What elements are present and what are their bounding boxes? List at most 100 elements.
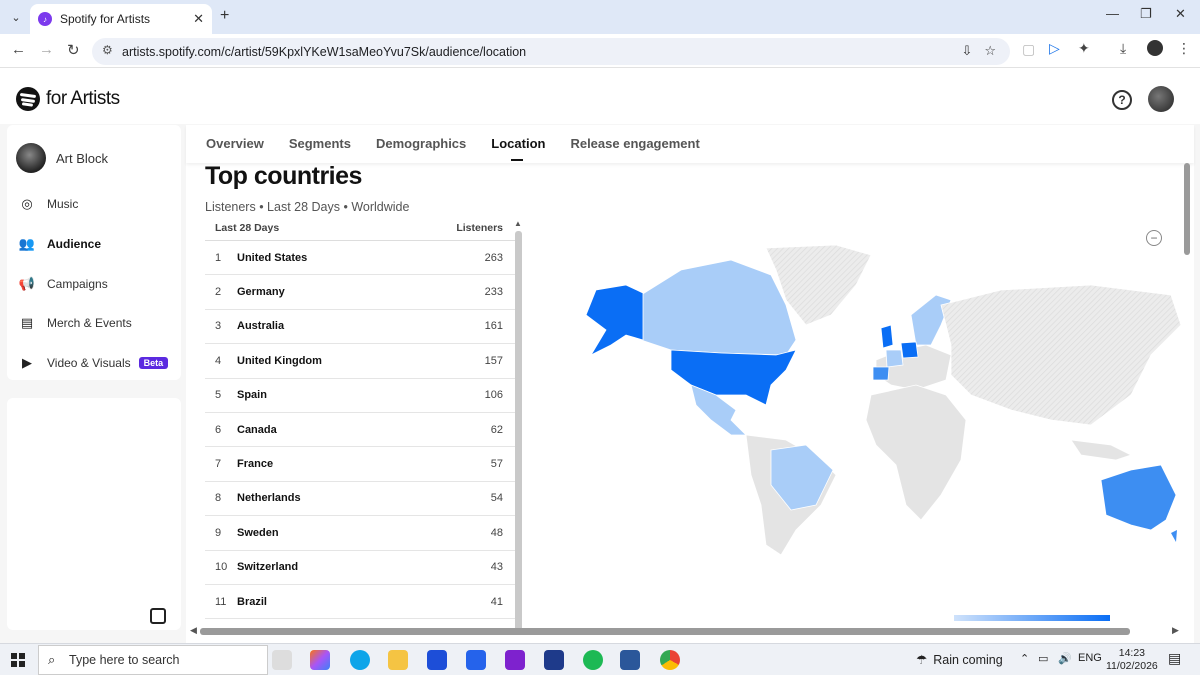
spotify-favicon-icon: ♪ (38, 12, 52, 26)
table-row[interactable]: 8 Netherlands 54 (205, 482, 515, 517)
edge-browser-icon[interactable] (350, 650, 370, 670)
row-rank: 9 (215, 526, 222, 539)
close-tab-icon[interactable]: ✕ (193, 11, 204, 27)
microsoft-store-icon[interactable] (427, 650, 447, 670)
sidebar-item-music[interactable]: ◎ Music (18, 195, 78, 213)
word-icon[interactable] (620, 650, 640, 670)
row-listeners: 48 (490, 526, 503, 539)
app-icon[interactable] (505, 650, 525, 670)
extension-1-icon[interactable]: ▢ (1022, 41, 1035, 58)
horizontal-scrollbar[interactable] (200, 628, 1130, 635)
tab-overview[interactable]: Overview (206, 125, 264, 163)
tab-demographics[interactable]: Demographics (376, 125, 466, 163)
chrome-icon[interactable] (660, 650, 680, 670)
artist-switcher[interactable]: Art Block (16, 143, 108, 173)
weather-widget[interactable]: ☂ Rain coming (916, 652, 1003, 668)
back-icon[interactable]: ← (11, 41, 26, 58)
sidebar-item-merch-events[interactable]: ▤ Merch & Events (18, 314, 132, 332)
scroll-left-icon[interactable]: ◀ (190, 625, 197, 636)
scroll-right-icon[interactable]: ▶ (1172, 625, 1179, 636)
clock[interactable]: 14:23 11/02/2026 (1106, 647, 1158, 673)
table-row[interactable]: 2 Germany 233 (205, 275, 515, 310)
tab-segments[interactable]: Segments (289, 125, 351, 163)
video-icon: ▶ (22, 355, 32, 370)
install-app-icon[interactable]: ⇩ (961, 43, 972, 59)
map-asia (940, 284, 1181, 426)
browser-menu-icon[interactable]: ⋮ (1177, 40, 1191, 57)
table-scrollbar[interactable] (515, 231, 522, 631)
file-explorer-icon[interactable] (388, 650, 408, 670)
tab-title: Spotify for Artists (60, 12, 151, 26)
row-listeners: 62 (490, 423, 503, 436)
search-icon: ⌕ (48, 652, 56, 667)
extensions-puzzle-icon[interactable]: ✦ (1078, 40, 1090, 57)
page-scrollbar[interactable] (1184, 163, 1190, 255)
table-row[interactable]: 9 Sweden 48 (205, 516, 515, 551)
reload-icon[interactable]: ↻ (67, 41, 80, 59)
profile-avatar-icon[interactable] (1147, 40, 1163, 56)
sidebar-lower-panel (7, 398, 181, 630)
volume-icon[interactable]: 🔊 (1058, 652, 1072, 665)
row-listeners: 157 (484, 354, 503, 367)
tab-search-icon[interactable]: ⌄ (6, 7, 26, 27)
browser-tab[interactable]: ♪ Spotify for Artists ✕ (30, 4, 212, 34)
table-row[interactable]: 7 France 57 (205, 447, 515, 482)
megaphone-icon: 📢 (18, 276, 36, 291)
table-row[interactable]: 3 Australia 161 (205, 310, 515, 345)
map-southeast-asia (1070, 439, 1133, 461)
table-row[interactable]: 6 Canada 62 (205, 413, 515, 448)
table-row[interactable]: 1 United States 263 (205, 241, 515, 276)
row-country: United States (237, 251, 308, 264)
notifications-icon[interactable]: ▤ (1168, 650, 1181, 667)
row-rank: 5 (215, 389, 222, 402)
column-header-listeners[interactable]: Listeners (456, 222, 503, 234)
new-tab-icon[interactable]: + (220, 7, 229, 25)
task-view-icon[interactable] (272, 650, 292, 670)
table-row[interactable]: 4 United Kingdom 157 (205, 344, 515, 379)
network-icon[interactable]: ▭ (1038, 652, 1048, 665)
world-map[interactable] (571, 245, 1181, 565)
user-avatar[interactable] (1148, 86, 1174, 112)
tool-app-icon[interactable] (544, 650, 564, 670)
close-window-icon[interactable]: ✕ (1175, 6, 1186, 22)
table-row[interactable]: 10 Switzerland 43 (205, 551, 515, 585)
spotify-for-artists-logo[interactable]: for Artists (16, 87, 120, 111)
show-hidden-icons-icon[interactable]: ⌃ (1020, 652, 1029, 665)
copilot-icon[interactable] (310, 650, 330, 670)
extension-play-icon[interactable]: ▷ (1049, 40, 1060, 57)
windows-start-icon[interactable] (11, 653, 25, 667)
table-scroll-up-icon[interactable]: ▲ (514, 219, 522, 228)
sidebar-item-audience[interactable]: 👥 Audience (18, 235, 101, 253)
downloads-icon[interactable]: ⤓ (1120, 40, 1126, 57)
language-indicator[interactable]: ENG (1078, 652, 1102, 664)
tab-location[interactable]: Location (491, 125, 545, 163)
sidebar-item-campaigns[interactable]: 📢 Campaigns (18, 275, 108, 293)
sidebar-item-video-visuals[interactable]: ▶ Video & Visuals Beta (18, 354, 169, 372)
forward-icon[interactable]: → (39, 41, 54, 58)
bookmark-star-icon[interactable]: ☆ (984, 43, 996, 59)
url-input[interactable]: ⚙ artists.spotify.com/c/artist/59KpxlYKe… (92, 38, 1010, 65)
taskbar-search-input[interactable]: ⌕ Type here to search (38, 645, 268, 675)
row-country: Australia (237, 320, 285, 333)
outlook-icon[interactable] (466, 650, 486, 670)
tab-release-engagement[interactable]: Release engagement (570, 125, 699, 163)
table-row[interactable]: 11 Brazil 41 (205, 585, 515, 620)
maximize-icon[interactable]: ❐ (1140, 6, 1152, 22)
spotify-app-icon[interactable] (583, 650, 603, 670)
row-rank: 4 (215, 354, 222, 367)
site-info-icon[interactable]: ⚙ (102, 43, 113, 57)
minimize-icon[interactable]: — (1106, 6, 1119, 21)
sidebar-item-label: Music (47, 197, 79, 211)
audience-tabs: Overview Segments Demographics Location … (186, 125, 1194, 163)
artist-avatar (16, 143, 46, 173)
row-listeners: 161 (484, 320, 503, 333)
help-icon[interactable]: ? (1112, 90, 1132, 110)
column-header-period[interactable]: Last 28 Days (215, 222, 279, 234)
sidebar-item-label: Campaigns (47, 277, 108, 291)
table-header: Last 28 Days Listeners (205, 215, 515, 241)
map-zoom-out-icon[interactable]: − (1146, 230, 1162, 246)
row-country: Sweden (237, 526, 279, 539)
table-row[interactable]: 5 Spain 106 (205, 379, 515, 413)
map-france (885, 349, 904, 368)
collapse-sidebar-icon[interactable] (150, 608, 166, 624)
